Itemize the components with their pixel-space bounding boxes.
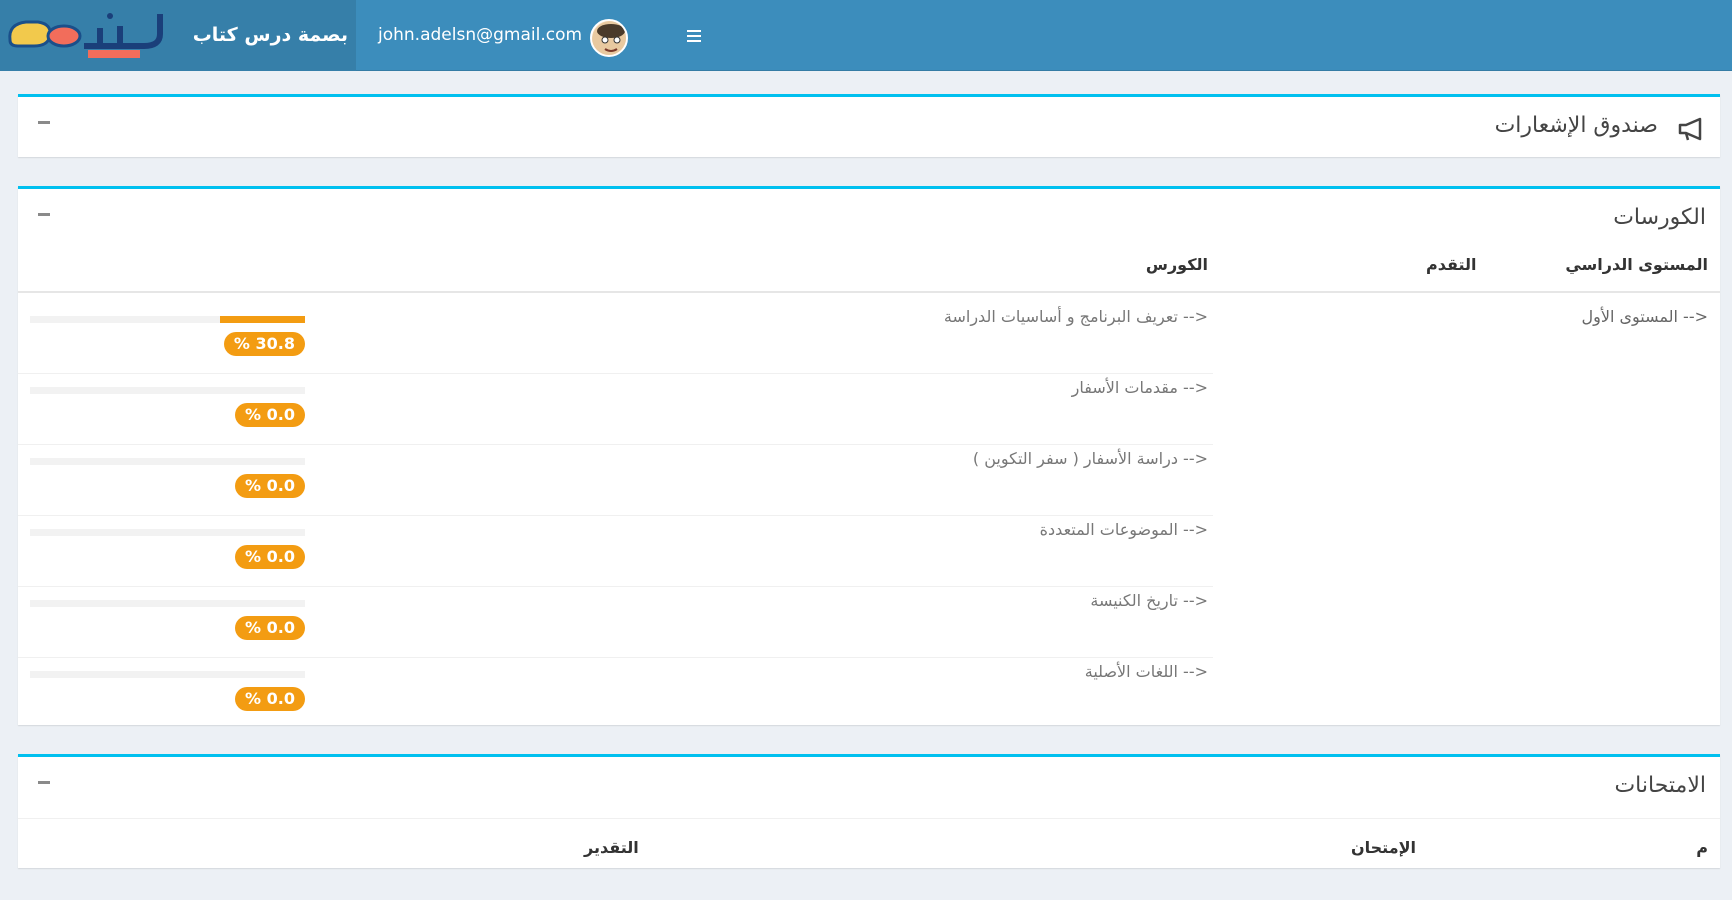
exams-box: الامتحانات م الإمتحان التقدير <box>18 754 1720 868</box>
progress-badge: % 0.0 <box>235 545 305 569</box>
top-navbar: بصمة درس كتاب john.adelsn@gmail.com <box>0 0 1732 71</box>
progress-bar <box>30 387 305 394</box>
notifications-box-header: صندوق الإشعارات <box>18 97 1720 155</box>
course-row: <-- مقدمات الأسفار % 0.0 <box>18 374 1720 445</box>
course-row: <-- اللغات الأصلية % 0.0 <box>18 658 1720 729</box>
user-avatar[interactable] <box>590 19 628 57</box>
avatar-icon <box>592 21 626 55</box>
exams-box-header: الامتحانات <box>18 757 1720 815</box>
progress-bar <box>30 458 305 465</box>
progress-bar <box>30 316 305 323</box>
course-name-link[interactable]: <-- تاريخ الكنيسة <box>1090 591 1208 610</box>
courses-table: المستوى الدراسي الكورس التقدم <-- المستو… <box>18 247 1720 725</box>
progress-badge: % 0.0 <box>235 687 305 711</box>
courses-box: الكورسات المستوى الدراسي الكورس التقدم <… <box>18 186 1720 725</box>
level-column-header: المستوى الدراسي <box>1565 255 1708 274</box>
course-column-header: الكورس <box>1145 255 1208 274</box>
user-email[interactable]: john.adelsn@gmail.com <box>378 0 582 71</box>
course-name-link[interactable]: <-- مقدمات الأسفار <box>1072 378 1208 397</box>
logo-icon <box>8 13 163 58</box>
progress-badge: % 0.0 <box>235 474 305 498</box>
progress-badge: % 0.0 <box>235 616 305 640</box>
course-row: <-- تعريف البرنامج و أساسيات الدراسة % 30… <box>18 303 1720 374</box>
logo-area[interactable]: بصمة درس كتاب <box>0 0 356 71</box>
bullhorn-icon <box>1678 117 1702 141</box>
notifications-box: صندوق الإشعارات <box>18 94 1720 157</box>
collapse-exams-button[interactable] <box>38 775 52 789</box>
exam-number-column-header: م <box>1696 838 1708 857</box>
courses-title: الكورسات <box>1613 205 1706 230</box>
course-name-link[interactable]: <-- اللغات الأصلية <box>1085 662 1208 681</box>
courses-box-header: الكورسات <box>18 189 1720 247</box>
course-name-link[interactable]: <-- الموضوعات المتعددة <box>1040 520 1208 539</box>
progress-badge: % 0.0 <box>235 403 305 427</box>
course-row: <-- تاريخ الكنيسة % 0.0 <box>18 587 1720 658</box>
course-row: <-- الموضوعات المتعددة % 0.0 <box>18 516 1720 587</box>
exams-title: الامتحانات <box>1614 773 1706 798</box>
progress-bar <box>30 671 305 678</box>
exams-header-divider <box>18 818 1720 819</box>
brand-title[interactable]: بصمة درس كتاب <box>193 0 348 71</box>
grade-column-header: التقدير <box>584 838 639 857</box>
progress-bar <box>30 529 305 536</box>
progress-bar <box>30 600 305 607</box>
notifications-title: صندوق الإشعارات <box>1494 113 1658 138</box>
course-row: <-- دراسة الأسفار ( سفر التكوين ) % 0.0 <box>18 445 1720 516</box>
progress-column-header: التقدم <box>1426 255 1477 274</box>
course-name-link[interactable]: <-- دراسة الأسفار ( سفر التكوين ) <box>973 449 1208 468</box>
collapse-courses-button[interactable] <box>38 207 52 221</box>
header-divider <box>18 291 1720 293</box>
collapse-notifications-button[interactable] <box>38 115 52 129</box>
menu-toggle-button[interactable] <box>683 25 705 47</box>
progress-badge: % 30.8 <box>223 332 305 356</box>
menu-icon <box>687 30 701 42</box>
course-name-link[interactable]: <-- تعريف البرنامج و أساسيات الدراسة <box>944 307 1208 326</box>
exam-column-header: الإمتحان <box>1350 838 1416 857</box>
progress-bar-fill <box>220 316 305 323</box>
